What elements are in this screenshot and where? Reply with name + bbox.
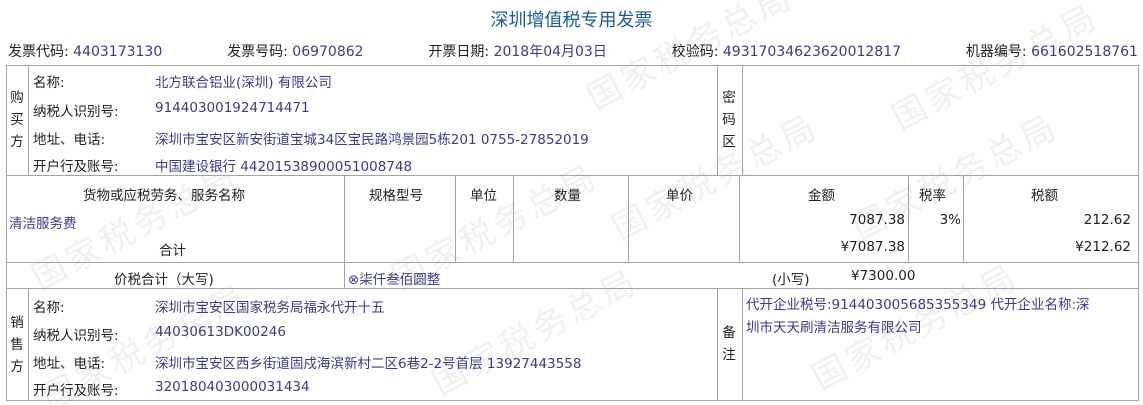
col-header-amount: 金额 [808,188,835,204]
remarks-line-2: 圳市天天刷清洁服务有限公司 [746,320,922,336]
seller-address: 深圳市宝安区西乡街道固戍海滨新村二区6巷2-2号首层 13927443558 [155,356,582,372]
remarks-line-1: 代开企业税号:914403005685355349 代开企业名称:深 [746,297,1090,313]
item-name: 清洁服务费 [9,216,77,232]
buyer-tax-id: 914403001924714471 [155,100,310,116]
invoice-body: 购买方 名称: 北方联合铝业(深圳) 有限公司 纳税人识别号: 91440300… [6,65,1139,401]
total-tax: ¥212.62 [1075,239,1131,255]
seller-name: 深圳市宝安区国家税务局福永代开十五 [155,300,385,316]
item-amount: 7087.38 [849,212,905,228]
buyer-address-label: 地址、电话: [33,132,106,148]
col-header-unit: 单位 [470,188,497,204]
invoice-code: 发票代码: 4403173130 [8,44,163,60]
invoice-date: 开票日期: 2018年04月03日 [428,44,607,60]
seller-tax-id-label: 纳税人识别号: [33,328,119,344]
invoice-number: 发票号码: 06970862 [227,44,364,60]
total-label: 合计 [159,243,186,259]
total-amount: ¥7087.38 [840,239,905,255]
item-rate: 3% [939,212,961,228]
invoice-header: 发票代码: 4403173130 发票号码: 06970862 开票日期: 20… [8,41,1138,61]
grand-total-label: 价税合计（大写) [114,272,214,288]
cipher-label: 密码区 [722,90,736,150]
item-tax: 212.62 [1083,212,1131,228]
col-header-name: 货物或应税劳务、服务名称 [83,188,245,204]
buyer-label: 购买方 [10,90,24,150]
buyer-address: 深圳市宝安区新安街道宝城34区宝民路鸿景园5栋201 0755-27852019 [155,132,589,148]
col-header-rate: 税率 [919,188,946,204]
seller-tax-id: 44030613DK00246 [155,324,286,340]
grand-total-small-value: ¥7300.00 [851,268,916,284]
buyer-bank-label: 开户行及账号: [33,159,119,175]
seller-name-label: 名称: [33,300,65,316]
machine-number: 机器编号: 661602518761 [965,44,1138,60]
check-code: 校验码: 49317034623620012817 [671,44,902,60]
col-header-tax: 税额 [1031,188,1058,204]
grand-total-small-label: (小写) [772,272,810,288]
col-header-price: 单价 [666,188,693,204]
buyer-tax-id-label: 纳税人识别号: [33,104,119,120]
seller-bank: 320180403000031434 [155,379,310,395]
buyer-bank: 中国建设银行 44201538900051008748 [155,159,413,175]
col-header-qty: 数量 [554,188,581,204]
invoice-title: 深圳增值税专用发票 [490,10,653,31]
buyer-name: 北方联合铝业(深圳) 有限公司 [155,75,332,91]
buyer-name-label: 名称: [33,75,65,91]
remarks-label: 备注 [722,325,736,363]
seller-address-label: 地址、电话: [33,356,106,372]
col-header-spec: 规格型号 [369,188,423,204]
seller-label: 销售方 [10,315,24,375]
grand-total-uppercase: ⊗柒仟叁佰圆整 [348,272,441,288]
seller-bank-label: 开户行及账号: [33,383,119,399]
